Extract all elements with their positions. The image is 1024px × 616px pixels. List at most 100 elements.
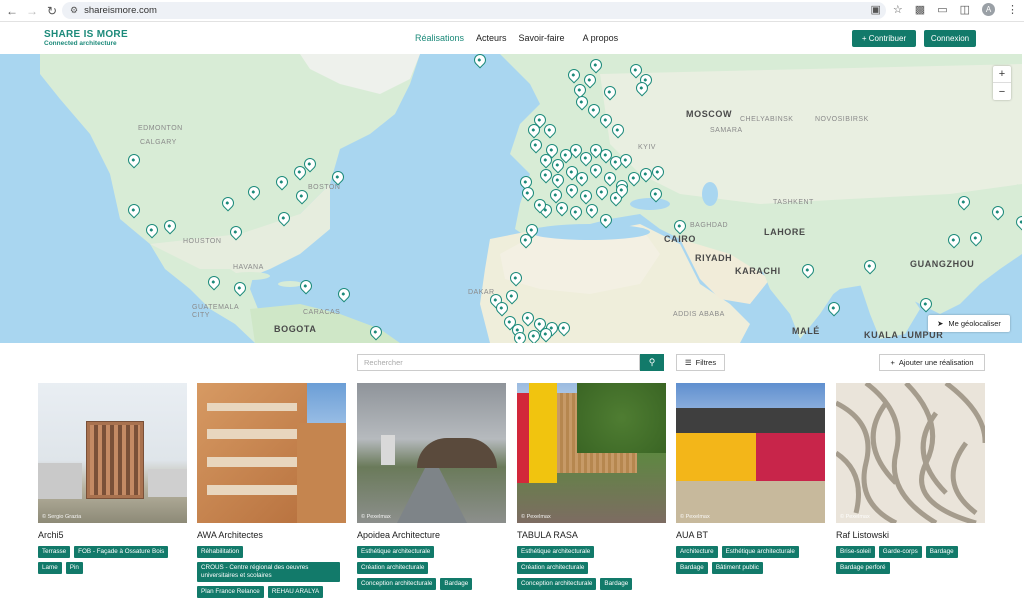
project-image[interactable]: © Pexelmax [676, 383, 825, 523]
project-image[interactable]: © Sergio Grazia [38, 383, 187, 523]
nav-savoir-faire[interactable]: Savoir-faire [519, 33, 565, 43]
projects-map[interactable]: MOSCOW CAIRO RIYADH KARACHI LAHORE GUANG… [0, 54, 1022, 343]
sidepanel-icon[interactable]: ◫ [960, 3, 970, 16]
tag[interactable]: Bardage [925, 546, 958, 558]
tag[interactable]: Bardage [676, 562, 708, 574]
search-input[interactable] [357, 354, 640, 371]
tag[interactable]: REHAU ARALYA [267, 586, 324, 598]
image-credit: © Pexelmax [361, 514, 391, 520]
image-credit: © Pexelmax [840, 514, 870, 520]
tag-list: Brise-soleil Garde-corps Bardage Bardage… [836, 546, 985, 574]
url-text: shareismore.com [84, 5, 157, 16]
tag[interactable]: Esthétique architecturale [357, 546, 435, 558]
project-image[interactable]: © Pexelmax [357, 383, 506, 523]
install-icon[interactable]: ▣ [871, 3, 881, 16]
logo-tagline: Connected architecture [44, 40, 117, 47]
tag[interactable]: Plan France Relance [197, 586, 264, 598]
tag[interactable]: Pin [65, 562, 83, 574]
tag[interactable]: Création architecturale [357, 562, 429, 574]
logo[interactable]: SHARE IS MORE Connected architecture [44, 29, 128, 47]
contribute-button[interactable]: + Contribuer [852, 30, 916, 47]
project-card[interactable]: © Pexelmax TABULA RASA Esthétique archit… [517, 383, 666, 590]
tag[interactable]: FOB - Façade à Ossature Bois [74, 546, 169, 558]
project-title[interactable]: AWA Architectes [197, 530, 346, 542]
add-realisation-button[interactable]: + Ajouter une réalisation [879, 354, 985, 371]
project-card[interactable]: © Pexelmax Apoidea Architecture Esthétiq… [357, 383, 506, 590]
search-icon: ⚲ [648, 357, 656, 367]
tag[interactable]: Garde-corps [878, 546, 922, 558]
project-title[interactable]: TABULA RASA [517, 530, 666, 542]
tag[interactable]: Bardage [440, 578, 473, 590]
tag-list: Réhabilitation CROUS - Centre régional d… [197, 546, 346, 598]
reload-icon[interactable]: ↻ [44, 3, 60, 19]
project-image[interactable]: © Pexelmax [836, 383, 985, 523]
profile-avatar[interactable]: A [982, 3, 995, 16]
tag[interactable]: Réhabilitation [197, 546, 244, 558]
project-title[interactable]: Apoidea Architecture [357, 530, 506, 542]
filters-button[interactable]: ☰ Filtres [676, 354, 725, 371]
map-label-kyiv: KYIV [638, 144, 656, 151]
zoom-out-button[interactable]: − [993, 83, 1011, 100]
tag[interactable]: Conception architecturale [357, 578, 437, 590]
project-title[interactable]: Archi5 [38, 530, 187, 542]
bookmark-star-icon[interactable]: ☆ [893, 3, 903, 16]
project-card[interactable]: © Sergio Grazia Archi5 Terrasse FOB - Fa… [38, 383, 187, 574]
nav-realisations[interactable]: Réalisations [415, 33, 464, 43]
project-card[interactable]: © Pexelmax AUA BT Architecture Esthétiqu… [676, 383, 825, 574]
address-bar[interactable]: ⚙ shareismore.com [62, 2, 886, 19]
tag[interactable]: Esthétique architecturale [517, 546, 595, 558]
map-label-lahore: LAHORE [764, 227, 806, 237]
project-title[interactable]: Raf Listowski [836, 530, 985, 542]
tag[interactable]: Bardage [600, 578, 633, 590]
logo-title: SHARE IS MORE [44, 29, 128, 40]
tag[interactable]: Architecture [676, 546, 718, 558]
site-header: SHARE IS MORE Connected architecture Réa… [0, 22, 1024, 54]
tag[interactable]: Bâtiment public [711, 562, 763, 574]
project-card[interactable]: © Pexelmax Raf Listowski Brise-soleil Ga… [836, 383, 985, 574]
tag[interactable]: Lame [38, 562, 62, 574]
tag[interactable]: Esthétique architecturale [721, 546, 799, 558]
tag[interactable]: Conception architecturale [517, 578, 597, 590]
map-label-houston: HOUSTON [183, 238, 222, 245]
map-label-cairo: CAIRO [664, 234, 696, 244]
map-label-chelyabinsk: CHELYABINSK [740, 116, 794, 123]
menu-kebab-icon[interactable]: ⋮ [1007, 3, 1018, 16]
project-image[interactable] [197, 383, 346, 523]
filters-label: Filtres [695, 358, 717, 367]
login-button[interactable]: Connexion [924, 30, 976, 47]
project-title[interactable]: AUA BT [676, 530, 825, 542]
map-label-caracas: CARACAS [303, 309, 341, 316]
browser-toolbar: ← → ↻ ⚙ shareismore.com ▣ ☆ ▩ ▭ ◫ A ⋮ [0, 0, 1024, 22]
search-button[interactable]: ⚲ [640, 354, 664, 371]
tag[interactable]: Bardage perforé [836, 562, 890, 574]
map-label-tashkent: TASHKENT [773, 199, 814, 206]
geolocate-label: Me géolocaliser [948, 319, 1001, 328]
project-image[interactable]: © Pexelmax [517, 383, 666, 523]
cast-icon[interactable]: ▭ [937, 3, 947, 16]
map-label-riyadh: RIYADH [695, 253, 733, 263]
navigation-arrow-icon: ➤ [937, 319, 944, 328]
perforated-pattern [836, 383, 985, 523]
extensions-icon[interactable]: ▩ [915, 3, 925, 16]
image-credit: © Sergio Grazia [42, 514, 82, 520]
arrow-right-icon[interactable]: → [24, 3, 40, 19]
geolocate-button[interactable]: ➤ Me géolocaliser [928, 315, 1010, 332]
zoom-in-button[interactable]: + [993, 66, 1011, 83]
tag[interactable]: CROUS - Centre régional des oeuvres univ… [197, 562, 340, 582]
tag[interactable]: Création architecturale [517, 562, 589, 574]
nav-a-propos[interactable]: A propos [583, 33, 619, 43]
map-label-moscow: MOSCOW [686, 109, 733, 119]
tag[interactable]: Brise-soleil [836, 546, 875, 558]
tag-list: Esthétique architecturale Création archi… [517, 546, 666, 590]
tag[interactable]: Terrasse [38, 546, 71, 558]
site-info-icon[interactable]: ⚙ [70, 5, 78, 16]
map-label-havana: HAVANA [233, 264, 264, 271]
map-label-guatemala: GUATEMALA CITY [192, 304, 239, 319]
arrow-left-icon[interactable]: ← [4, 3, 20, 19]
zoom-control: + − [993, 66, 1011, 100]
map-label-boston: BOSTON [308, 184, 341, 191]
project-card[interactable]: AWA Architectes Réhabilitation CROUS - C… [197, 383, 346, 598]
nav-acteurs[interactable]: Acteurs [476, 33, 507, 43]
tag-list: Terrasse FOB - Façade à Ossature Bois La… [38, 546, 187, 574]
map-label-bogota: BOGOTA [274, 324, 317, 334]
